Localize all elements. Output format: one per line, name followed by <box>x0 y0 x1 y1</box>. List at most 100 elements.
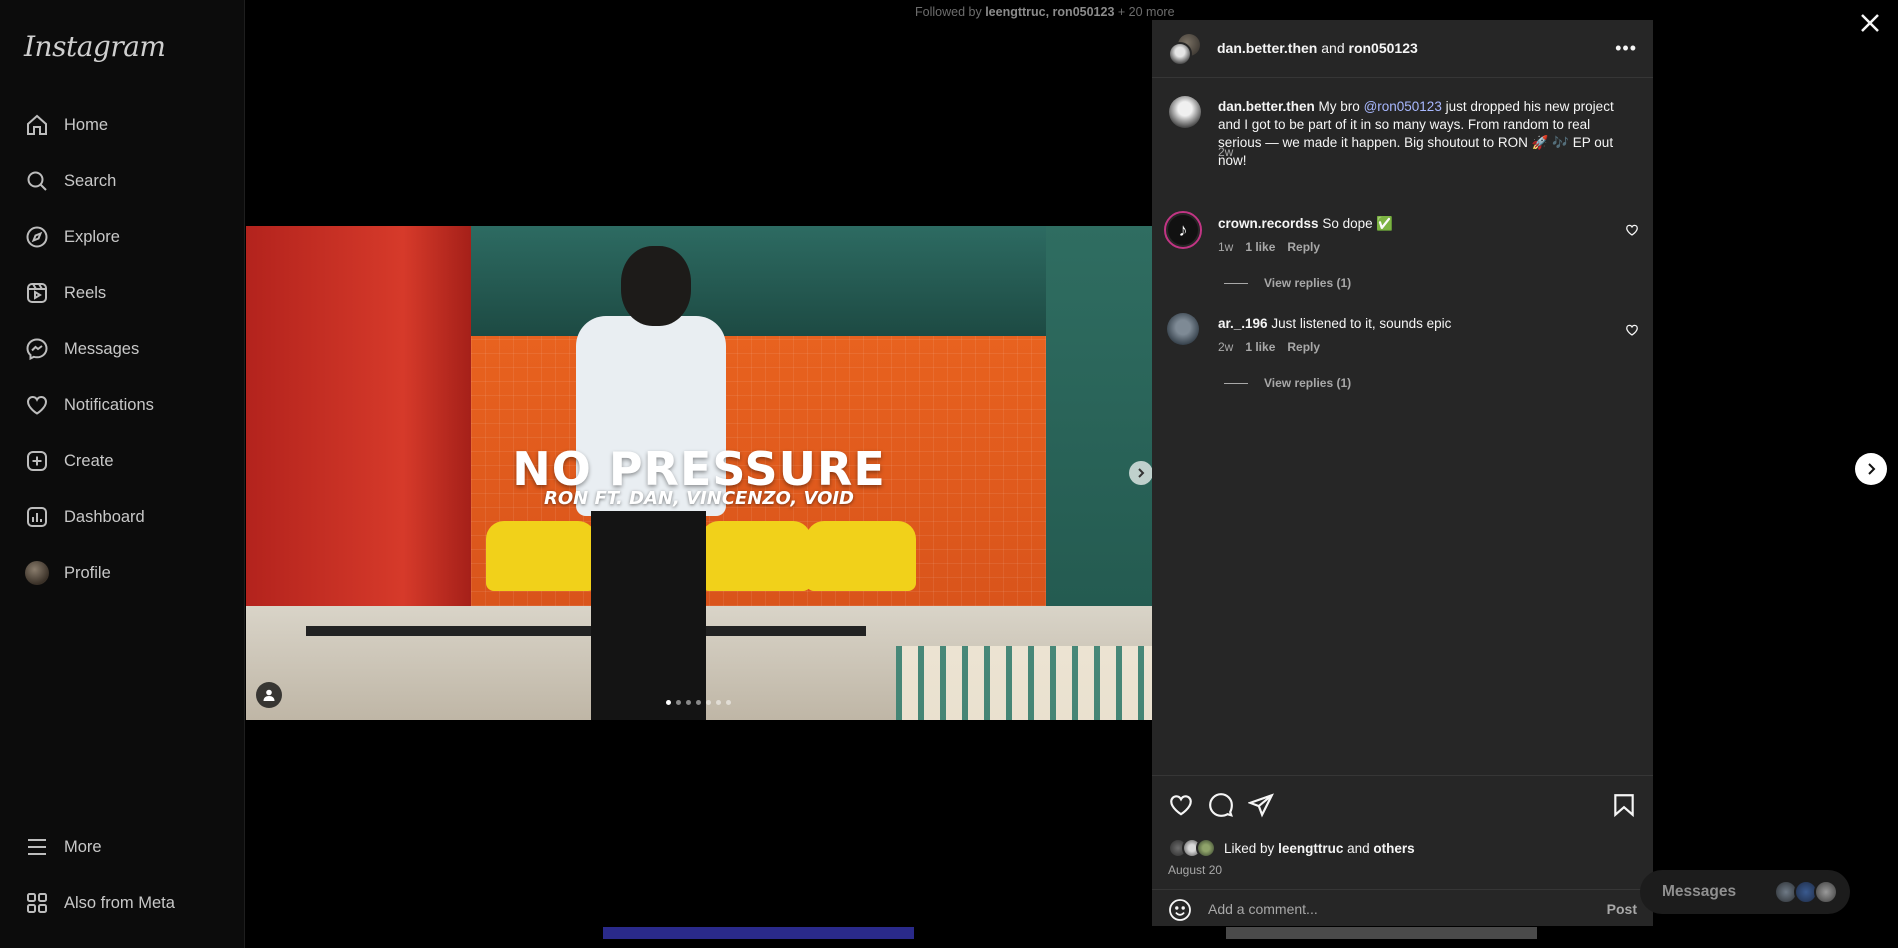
carousel-dot <box>666 700 671 705</box>
author-link[interactable]: dan.better.then <box>1217 40 1317 56</box>
chevron-right-icon <box>1868 463 1876 475</box>
heart-icon <box>1170 795 1192 816</box>
sidebar-item-search[interactable]: Search <box>14 158 232 204</box>
messages-dock[interactable]: Messages <box>1640 870 1850 914</box>
compass-icon <box>24 224 50 250</box>
liked-by-user[interactable]: leengttruc <box>1278 841 1343 856</box>
tagged-users-button[interactable] <box>256 682 282 708</box>
search-icon <box>24 168 50 194</box>
heart-icon[interactable] <box>1625 323 1639 337</box>
carousel-dot <box>706 700 711 705</box>
collab-avatars[interactable] <box>1168 34 1200 66</box>
sidebar-item-label: Search <box>64 171 117 190</box>
post-media[interactable]: NO PRESSURE RON FT. DAN, VINCENZO, VOID <box>246 226 1152 720</box>
sidebar-item-label: Notifications <box>64 395 154 414</box>
sidebar-item-label: Dashboard <box>64 507 145 526</box>
followed-by-names[interactable]: leengttruc, ron050123 <box>985 5 1114 19</box>
sidebar-item-label: Reels <box>64 283 107 302</box>
comment-username[interactable]: crown.recordss <box>1218 216 1319 231</box>
carousel-dots <box>666 700 731 705</box>
sidebar-item-notifications[interactable]: Notifications <box>14 382 232 428</box>
comment-text: Just listened to it, sounds epic <box>1271 316 1452 331</box>
add-comment-bar: Post <box>1152 889 1653 927</box>
sidebar-item-more[interactable]: More <box>14 824 232 870</box>
chevron-right-icon <box>1138 468 1145 478</box>
comment-text: So dope ✅ <box>1322 216 1394 231</box>
post-comment-button[interactable]: Post <box>1607 901 1637 917</box>
comment-button[interactable] <box>1208 792 1234 818</box>
emoji-icon <box>1169 899 1191 921</box>
messages-dock-avatars <box>1774 880 1838 904</box>
followed-by-text: Followed by leengttruc, ron050123 + 20 m… <box>915 5 1175 19</box>
avatar <box>1196 838 1216 858</box>
sidebar-item-profile[interactable]: Profile <box>14 550 232 596</box>
feed-thumbnail <box>603 927 914 939</box>
sidebar-item-also-from-meta[interactable]: Also from Meta <box>14 880 232 926</box>
sidebar-item-label: Explore <box>64 227 120 246</box>
sidebar-item-explore[interactable]: Explore <box>14 214 232 260</box>
liked-by-others[interactable]: others <box>1373 841 1414 856</box>
apps-grid-icon <box>24 890 50 916</box>
reply-button[interactable]: Reply <box>1287 340 1320 354</box>
sidebar-item-dashboard[interactable]: Dashboard <box>14 494 232 540</box>
avatar[interactable] <box>1169 96 1201 128</box>
emoji-button[interactable] <box>1168 898 1192 922</box>
sidebar-item-label: Profile <box>64 563 111 582</box>
comment-likes[interactable]: 1 like <box>1245 340 1275 354</box>
caption-timestamp[interactable]: 2w <box>1218 145 1233 159</box>
post-header: dan.better.then and ron050123 ••• <box>1152 20 1653 78</box>
comment-likes[interactable]: 1 like <box>1245 240 1275 254</box>
like-button[interactable] <box>1168 792 1194 818</box>
heart-icon[interactable] <box>1625 223 1639 237</box>
post-actions: Liked by leengttruc and others August 20… <box>1152 775 1653 926</box>
avatar <box>1168 42 1192 66</box>
carousel-dot <box>686 700 691 705</box>
menu-icon <box>24 834 50 860</box>
sidebar-item-label: Home <box>64 115 109 134</box>
media-subtitle: RON FT. DAN, VINCENZO, VOID <box>543 488 855 509</box>
caption-author[interactable]: dan.better.then <box>1218 99 1315 114</box>
heart-icon <box>24 392 50 418</box>
sidebar-item-label: More <box>64 837 102 856</box>
bookmark-icon <box>1614 794 1634 818</box>
liker-avatars[interactable] <box>1168 838 1218 858</box>
sidebar-item-label: Create <box>64 451 114 470</box>
carousel-dot <box>696 700 701 705</box>
sidebar-item-messages[interactable]: Messages <box>14 326 232 372</box>
avatar[interactable] <box>1167 313 1199 345</box>
reply-button[interactable]: Reply <box>1287 240 1320 254</box>
close-icon <box>1861 14 1879 32</box>
send-icon <box>1246 793 1274 818</box>
sidebar: Instagram Home Search Explore Reels Mess… <box>0 0 245 948</box>
comment-input[interactable] <box>1208 896 1578 922</box>
comment-time[interactable]: 2w <box>1218 340 1233 354</box>
instagram-logo[interactable]: Instagram <box>24 30 166 63</box>
view-replies-button[interactable]: View replies (1) <box>1224 376 1351 390</box>
comment-username[interactable]: ar._.196 <box>1218 316 1268 331</box>
home-icon <box>24 112 50 138</box>
post-caption: dan.better.then My bro @ron050123 just d… <box>1218 99 1614 168</box>
comment-time[interactable]: 1w <box>1218 240 1233 254</box>
liked-by: Liked by leengttruc and others <box>1168 838 1415 858</box>
view-replies-button[interactable]: View replies (1) <box>1224 276 1351 290</box>
share-button[interactable] <box>1246 792 1274 818</box>
messenger-icon <box>24 336 50 362</box>
sidebar-item-home[interactable]: Home <box>14 102 232 148</box>
avatar <box>1814 880 1838 904</box>
sidebar-item-create[interactable]: Create <box>14 438 232 484</box>
dashboard-icon <box>24 504 50 530</box>
feed-thumbnail <box>1226 927 1537 939</box>
carousel-dot <box>676 700 681 705</box>
post-authors: dan.better.then and ron050123 <box>1217 40 1418 56</box>
mention-link[interactable]: @ron050123 <box>1364 99 1442 114</box>
close-button[interactable] <box>1858 11 1882 35</box>
post-details-panel: dan.better.then and ron050123 ••• dan.be… <box>1152 20 1653 926</box>
avatar[interactable]: ♪ <box>1164 211 1202 249</box>
save-button[interactable] <box>1611 792 1637 818</box>
collaborator-link[interactable]: ron050123 <box>1349 40 1418 56</box>
more-options-icon[interactable]: ••• <box>1615 38 1637 59</box>
post-date[interactable]: August 20 <box>1168 863 1222 877</box>
carousel-next-button[interactable] <box>1129 461 1152 485</box>
next-post-button[interactable] <box>1855 453 1887 485</box>
sidebar-item-reels[interactable]: Reels <box>14 270 232 316</box>
